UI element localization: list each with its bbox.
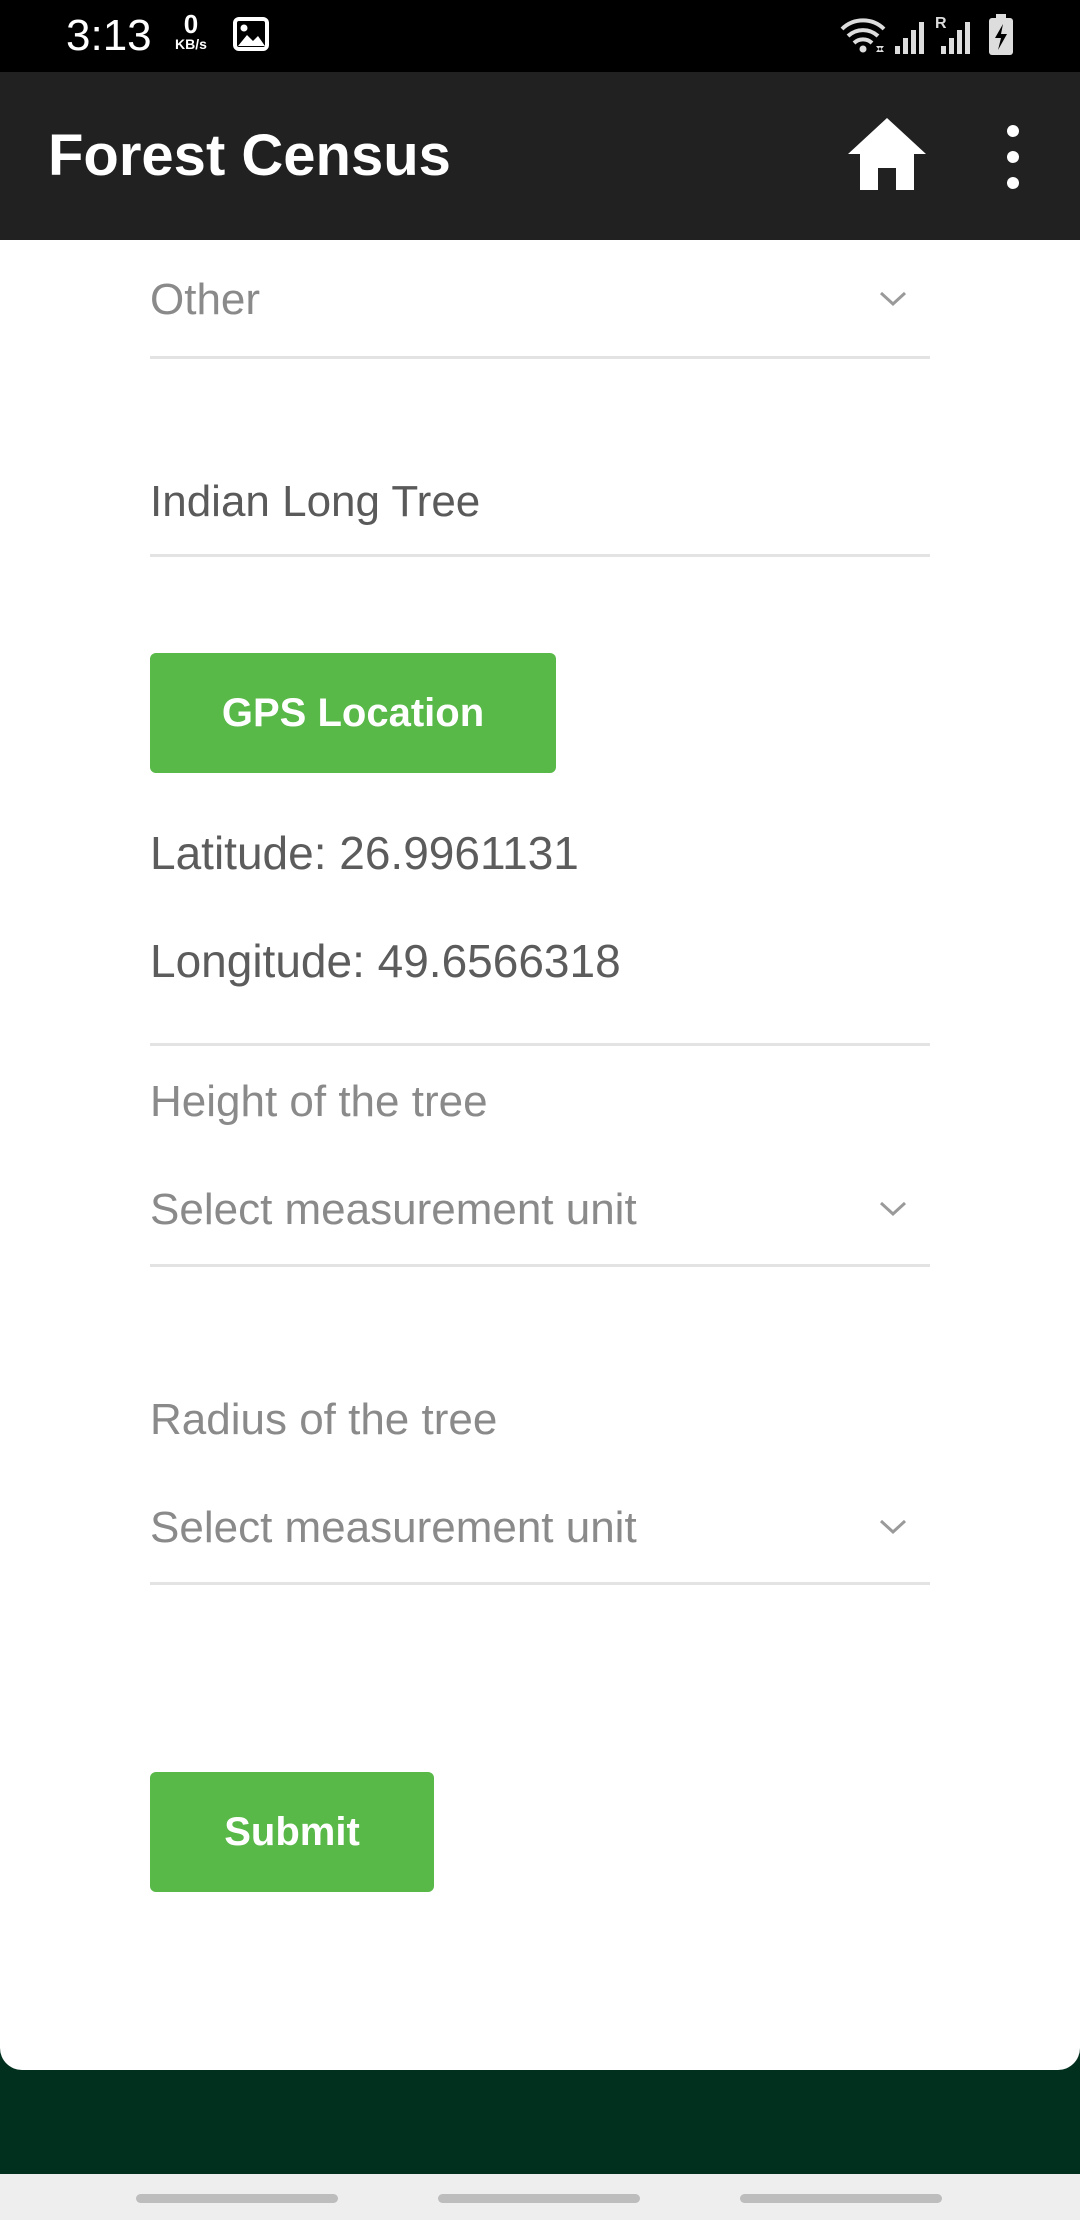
height-unit-select[interactable]: Select measurement unit: [150, 1158, 930, 1267]
app-title: Forest Census: [48, 123, 451, 188]
app-bar: Forest Census: [0, 72, 1080, 240]
longitude-text: Longitude: 49.6566318: [150, 935, 621, 987]
network-speed-indicator: 0 KB/s: [166, 9, 216, 52]
cell-signal-icon: [893, 16, 931, 61]
home-button[interactable]: [842, 112, 932, 202]
status-bar: 3:13 0 KB/s R: [0, 0, 1080, 72]
tree-type-select-value: Other: [150, 275, 261, 324]
radius-label: Radius of the tree: [150, 1395, 498, 1444]
tree-type-select[interactable]: Other: [150, 240, 930, 359]
height-label: Height of the tree: [150, 1077, 488, 1126]
home-nav-button[interactable]: [438, 2194, 640, 2203]
chevron-down-icon: [878, 1200, 908, 1223]
wifi-icon: [838, 16, 888, 61]
overflow-menu-button[interactable]: [990, 122, 1036, 192]
form-card: Other Indian Long Tree GPS Location Lati…: [0, 240, 1080, 2070]
tree-name-input-value: Indian Long Tree: [150, 477, 481, 526]
radius-unit-select[interactable]: Select measurement unit: [150, 1476, 930, 1585]
home-icon: [842, 118, 932, 206]
cell-signal-roaming-icon: R: [935, 12, 981, 61]
chevron-down-icon: [878, 1518, 908, 1541]
network-speed-value: 0: [183, 9, 199, 39]
gps-location-button[interactable]: GPS Location: [150, 653, 556, 773]
recent-apps-button[interactable]: [136, 2194, 338, 2203]
tree-name-input[interactable]: Indian Long Tree: [150, 460, 930, 557]
status-time: 3:13: [66, 11, 152, 60]
battery-charging-icon: [988, 14, 1014, 61]
radius-unit-select-value: Select measurement unit: [150, 1503, 637, 1552]
back-nav-button[interactable]: [740, 2194, 942, 2203]
submit-button[interactable]: Submit: [150, 1772, 434, 1892]
divider: [150, 1043, 930, 1046]
latitude-text: Latitude: 26.9961131: [150, 827, 579, 879]
height-unit-select-value: Select measurement unit: [150, 1185, 637, 1234]
roaming-indicator: R: [935, 15, 947, 32]
overflow-menu-icon: [1007, 125, 1019, 137]
image-notification-icon: [233, 17, 269, 56]
system-navigation-bar: [0, 2174, 1080, 2220]
chevron-down-icon: [878, 290, 908, 313]
network-speed-unit: KB/s: [175, 36, 207, 52]
